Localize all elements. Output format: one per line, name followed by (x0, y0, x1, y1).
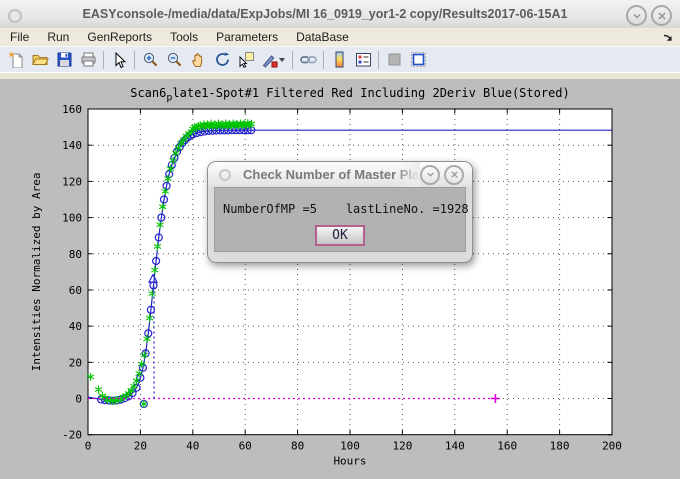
dock-arrow-icon[interactable] (662, 31, 674, 43)
open-folder-icon (32, 51, 49, 68)
menu-parameters[interactable]: Parameters (207, 28, 287, 46)
brush-button[interactable] (258, 49, 289, 71)
x-tick-label: 20 (134, 440, 147, 453)
x-tick-label: 60 (239, 440, 252, 453)
y-tick-label: 40 (69, 320, 82, 333)
y-tick-label: 140 (62, 139, 82, 152)
zoom-out-button[interactable] (162, 49, 186, 71)
window-title: EASYconsole-/media/data/ExpJobs/MI 16_09… (40, 0, 610, 28)
data-cursor-icon (238, 51, 255, 68)
print-button[interactable] (76, 49, 100, 71)
colorbar-button[interactable] (327, 49, 351, 71)
x-tick-label: 40 (186, 440, 199, 453)
y-tick-label: 0 (75, 393, 82, 406)
zoom-out-icon (166, 51, 183, 68)
link-icon (300, 51, 317, 68)
toolbar-bottom-strip (0, 72, 680, 79)
toolbar-separator (292, 51, 293, 69)
window-titlebar[interactable]: EASYconsole-/media/data/ExpJobs/MI 16_09… (0, 0, 680, 29)
toolbar-separator (378, 51, 379, 69)
close-icon (450, 170, 459, 179)
plot-area (88, 109, 612, 435)
colorbar-icon (331, 51, 348, 68)
application-window: EASYconsole-/media/data/ExpJobs/MI 16_09… (0, 0, 680, 479)
y-tick-label: 80 (69, 248, 82, 261)
floppy-disk-icon (56, 51, 73, 68)
window-minimize-button[interactable] (626, 5, 647, 26)
chevron-down-icon (632, 11, 642, 21)
y-tick-label: 20 (69, 356, 82, 369)
new-file-icon (8, 51, 25, 68)
close-icon (657, 11, 667, 21)
dialog-titlebar[interactable]: Check Number of Master Pla (208, 162, 472, 187)
toolbar-separator (323, 51, 324, 69)
pointer-tool-button[interactable] (107, 49, 131, 71)
toolbar (0, 46, 680, 72)
pan-tool-button[interactable] (186, 49, 210, 71)
menu-file[interactable]: File (0, 28, 38, 46)
toolbar-separator (134, 51, 135, 69)
x-axis-label: Hours (333, 455, 366, 468)
brush-icon (261, 51, 278, 68)
y-tick-label: 160 (62, 103, 82, 116)
window-menu-icon[interactable] (8, 9, 22, 23)
x-tick-label: 160 (497, 440, 517, 453)
rotate-3d-button[interactable] (210, 49, 234, 71)
check-master-plates-dialog: Check Number of Master Pla NumberOfMP =5… (207, 161, 473, 263)
link-plot-button[interactable] (296, 49, 320, 71)
zoom-in-button[interactable] (138, 49, 162, 71)
legend-icon (355, 51, 372, 68)
dialog-message: NumberOfMP =5 lastLineNo. =1928 (223, 202, 469, 216)
dialog-minimize-button[interactable] (420, 165, 440, 185)
menu-database[interactable]: DataBase (287, 28, 358, 46)
dialog-body: NumberOfMP =5 lastLineNo. =1928 OK (214, 187, 466, 252)
new-file-button[interactable] (4, 49, 28, 71)
y-tick-label: 100 (62, 212, 82, 225)
menu-bar: File Run GenReports Tools Parameters Dat… (0, 28, 680, 46)
x-tick-label: 0 (85, 440, 92, 453)
x-tick-label: 120 (392, 440, 412, 453)
dock-figure-icon (410, 51, 427, 68)
rotate-icon (214, 51, 231, 68)
menu-genreports[interactable]: GenReports (78, 28, 161, 46)
hide-plot-tools-icon (386, 51, 403, 68)
menu-tools[interactable]: Tools (161, 28, 207, 46)
plot-title: Scan6plate1-Spot#1 Filtered Red Includin… (88, 86, 612, 103)
menu-run[interactable]: Run (38, 28, 78, 46)
y-axis-label: Intensities Normalized by Area (30, 173, 43, 372)
chevron-down-icon (426, 170, 435, 179)
x-tick-label: 140 (445, 440, 465, 453)
y-tick-label: 60 (69, 284, 82, 297)
y-tick-label: 120 (62, 175, 82, 188)
x-tick-label: 100 (340, 440, 360, 453)
open-file-button[interactable] (28, 49, 52, 71)
data-cursor-button[interactable] (234, 49, 258, 71)
save-button[interactable] (52, 49, 76, 71)
dialog-title: Check Number of Master Pla (243, 162, 420, 187)
ok-button[interactable]: OK (315, 225, 365, 246)
zoom-in-icon (142, 51, 159, 68)
cursor-arrow-icon (112, 52, 127, 68)
dialog-title-wrap: Check Number of Master Pla (243, 162, 420, 187)
hand-icon (190, 51, 207, 68)
window-close-button[interactable] (651, 5, 672, 26)
brush-dropdown-icon[interactable] (279, 58, 285, 62)
figure-area: 020406080100120140160180200-200204060801… (0, 79, 680, 479)
dock-figure-button[interactable] (406, 49, 430, 71)
x-tick-label: 200 (602, 440, 622, 453)
y-tick-label: -20 (62, 429, 82, 442)
printer-icon (80, 51, 97, 68)
dialog-menu-icon[interactable] (219, 169, 231, 181)
toolbar-separator (103, 51, 104, 69)
dialog-close-button[interactable] (444, 165, 464, 185)
x-tick-label: 80 (291, 440, 304, 453)
plot-canvas[interactable]: 020406080100120140160180200-200204060801… (0, 79, 680, 479)
hide-plot-tools-button[interactable] (382, 49, 406, 71)
x-tick-label: 180 (550, 440, 570, 453)
legend-button[interactable] (351, 49, 375, 71)
